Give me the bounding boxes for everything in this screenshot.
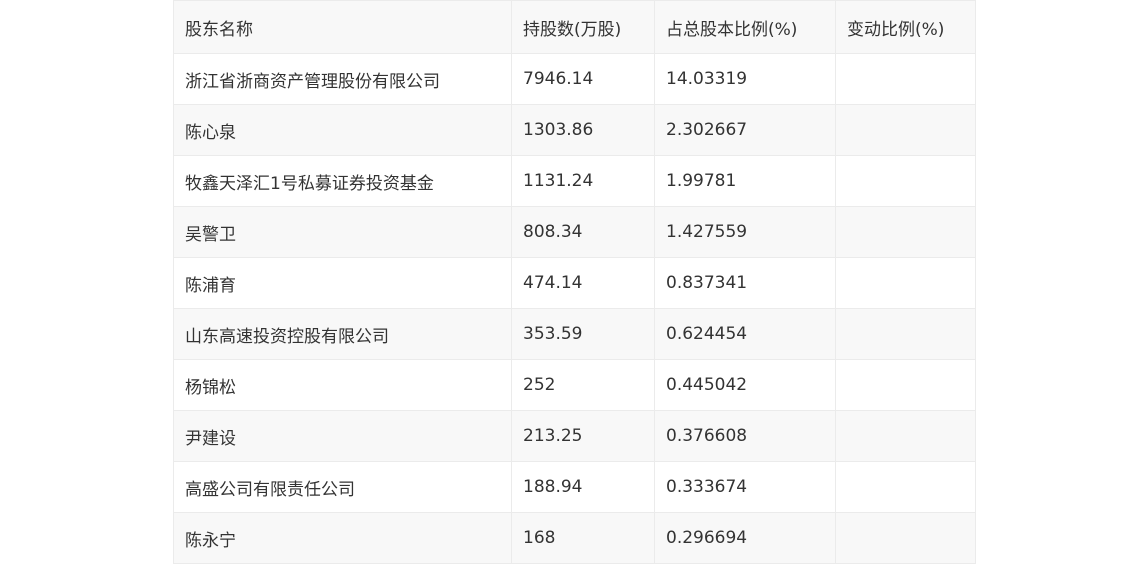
cell-change-ratio bbox=[835, 410, 976, 462]
cell-share-ratio: 0.333674 bbox=[654, 461, 836, 513]
table-row: 陈永宁 168 0.296694 bbox=[173, 512, 976, 564]
cell-share-ratio: 2.302667 bbox=[654, 104, 836, 156]
cell-change-ratio bbox=[835, 359, 976, 411]
cell-shares-held: 252 bbox=[511, 359, 655, 411]
cell-shareholder-name: 尹建设 bbox=[173, 410, 512, 462]
cell-shares-held: 353.59 bbox=[511, 308, 655, 360]
header-change-ratio: 变动比例(%) bbox=[835, 0, 976, 54]
table-row: 牧鑫天泽汇1号私募证券投资基金 1131.24 1.99781 bbox=[173, 155, 976, 207]
cell-change-ratio bbox=[835, 104, 976, 156]
cell-shareholder-name: 陈浦育 bbox=[173, 257, 512, 309]
table-row: 尹建设 213.25 0.376608 bbox=[173, 410, 976, 462]
header-shareholder-name: 股东名称 bbox=[173, 0, 512, 54]
cell-shares-held: 1303.86 bbox=[511, 104, 655, 156]
table-row: 吴警卫 808.34 1.427559 bbox=[173, 206, 976, 258]
cell-share-ratio: 1.427559 bbox=[654, 206, 836, 258]
cell-shareholder-name: 吴警卫 bbox=[173, 206, 512, 258]
table-header-row: 股东名称 持股数(万股) 占总股本比例(%) 变动比例(%) bbox=[173, 0, 976, 54]
cell-change-ratio bbox=[835, 308, 976, 360]
cell-change-ratio bbox=[835, 53, 976, 105]
shareholder-table: 股东名称 持股数(万股) 占总股本比例(%) 变动比例(%) 浙江省浙商资产管理… bbox=[173, 0, 976, 564]
table-row: 山东高速投资控股有限公司 353.59 0.624454 bbox=[173, 308, 976, 360]
cell-shareholder-name: 牧鑫天泽汇1号私募证券投资基金 bbox=[173, 155, 512, 207]
shareholder-table-container: 股东名称 持股数(万股) 占总股本比例(%) 变动比例(%) 浙江省浙商资产管理… bbox=[173, 0, 976, 564]
cell-shareholder-name: 杨锦松 bbox=[173, 359, 512, 411]
table-row: 陈浦育 474.14 0.837341 bbox=[173, 257, 976, 309]
cell-change-ratio bbox=[835, 461, 976, 513]
cell-shares-held: 808.34 bbox=[511, 206, 655, 258]
cell-change-ratio bbox=[835, 257, 976, 309]
cell-change-ratio bbox=[835, 206, 976, 258]
table-row: 陈心泉 1303.86 2.302667 bbox=[173, 104, 976, 156]
table-row: 杨锦松 252 0.445042 bbox=[173, 359, 976, 411]
cell-share-ratio: 0.445042 bbox=[654, 359, 836, 411]
cell-change-ratio bbox=[835, 512, 976, 564]
cell-shares-held: 188.94 bbox=[511, 461, 655, 513]
cell-shares-held: 7946.14 bbox=[511, 53, 655, 105]
cell-share-ratio: 0.376608 bbox=[654, 410, 836, 462]
cell-share-ratio: 14.03319 bbox=[654, 53, 836, 105]
cell-change-ratio bbox=[835, 155, 976, 207]
cell-shares-held: 168 bbox=[511, 512, 655, 564]
table-row: 浙江省浙商资产管理股份有限公司 7946.14 14.03319 bbox=[173, 53, 976, 105]
cell-shareholder-name: 高盛公司有限责任公司 bbox=[173, 461, 512, 513]
cell-share-ratio: 0.296694 bbox=[654, 512, 836, 564]
cell-share-ratio: 0.624454 bbox=[654, 308, 836, 360]
cell-share-ratio: 1.99781 bbox=[654, 155, 836, 207]
cell-shares-held: 474.14 bbox=[511, 257, 655, 309]
header-share-ratio: 占总股本比例(%) bbox=[654, 0, 836, 54]
cell-shareholder-name: 陈心泉 bbox=[173, 104, 512, 156]
cell-shares-held: 213.25 bbox=[511, 410, 655, 462]
cell-share-ratio: 0.837341 bbox=[654, 257, 836, 309]
cell-shareholder-name: 山东高速投资控股有限公司 bbox=[173, 308, 512, 360]
cell-shares-held: 1131.24 bbox=[511, 155, 655, 207]
table-row: 高盛公司有限责任公司 188.94 0.333674 bbox=[173, 461, 976, 513]
cell-shareholder-name: 浙江省浙商资产管理股份有限公司 bbox=[173, 53, 512, 105]
cell-shareholder-name: 陈永宁 bbox=[173, 512, 512, 564]
header-shares-held: 持股数(万股) bbox=[511, 0, 655, 54]
